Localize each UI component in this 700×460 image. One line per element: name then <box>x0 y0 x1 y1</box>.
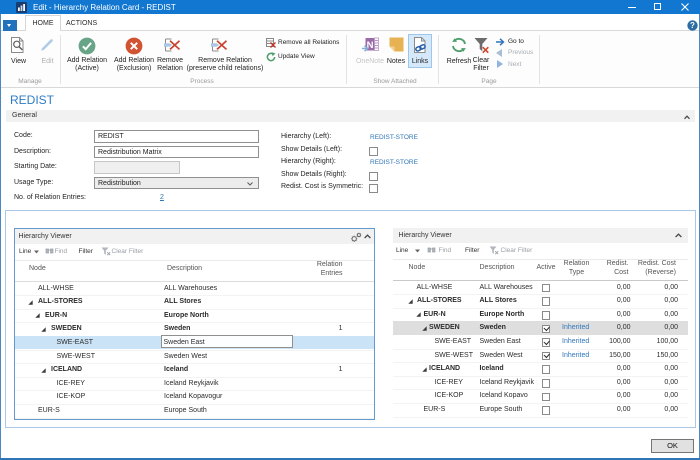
svg-text:?: ? <box>690 21 695 30</box>
